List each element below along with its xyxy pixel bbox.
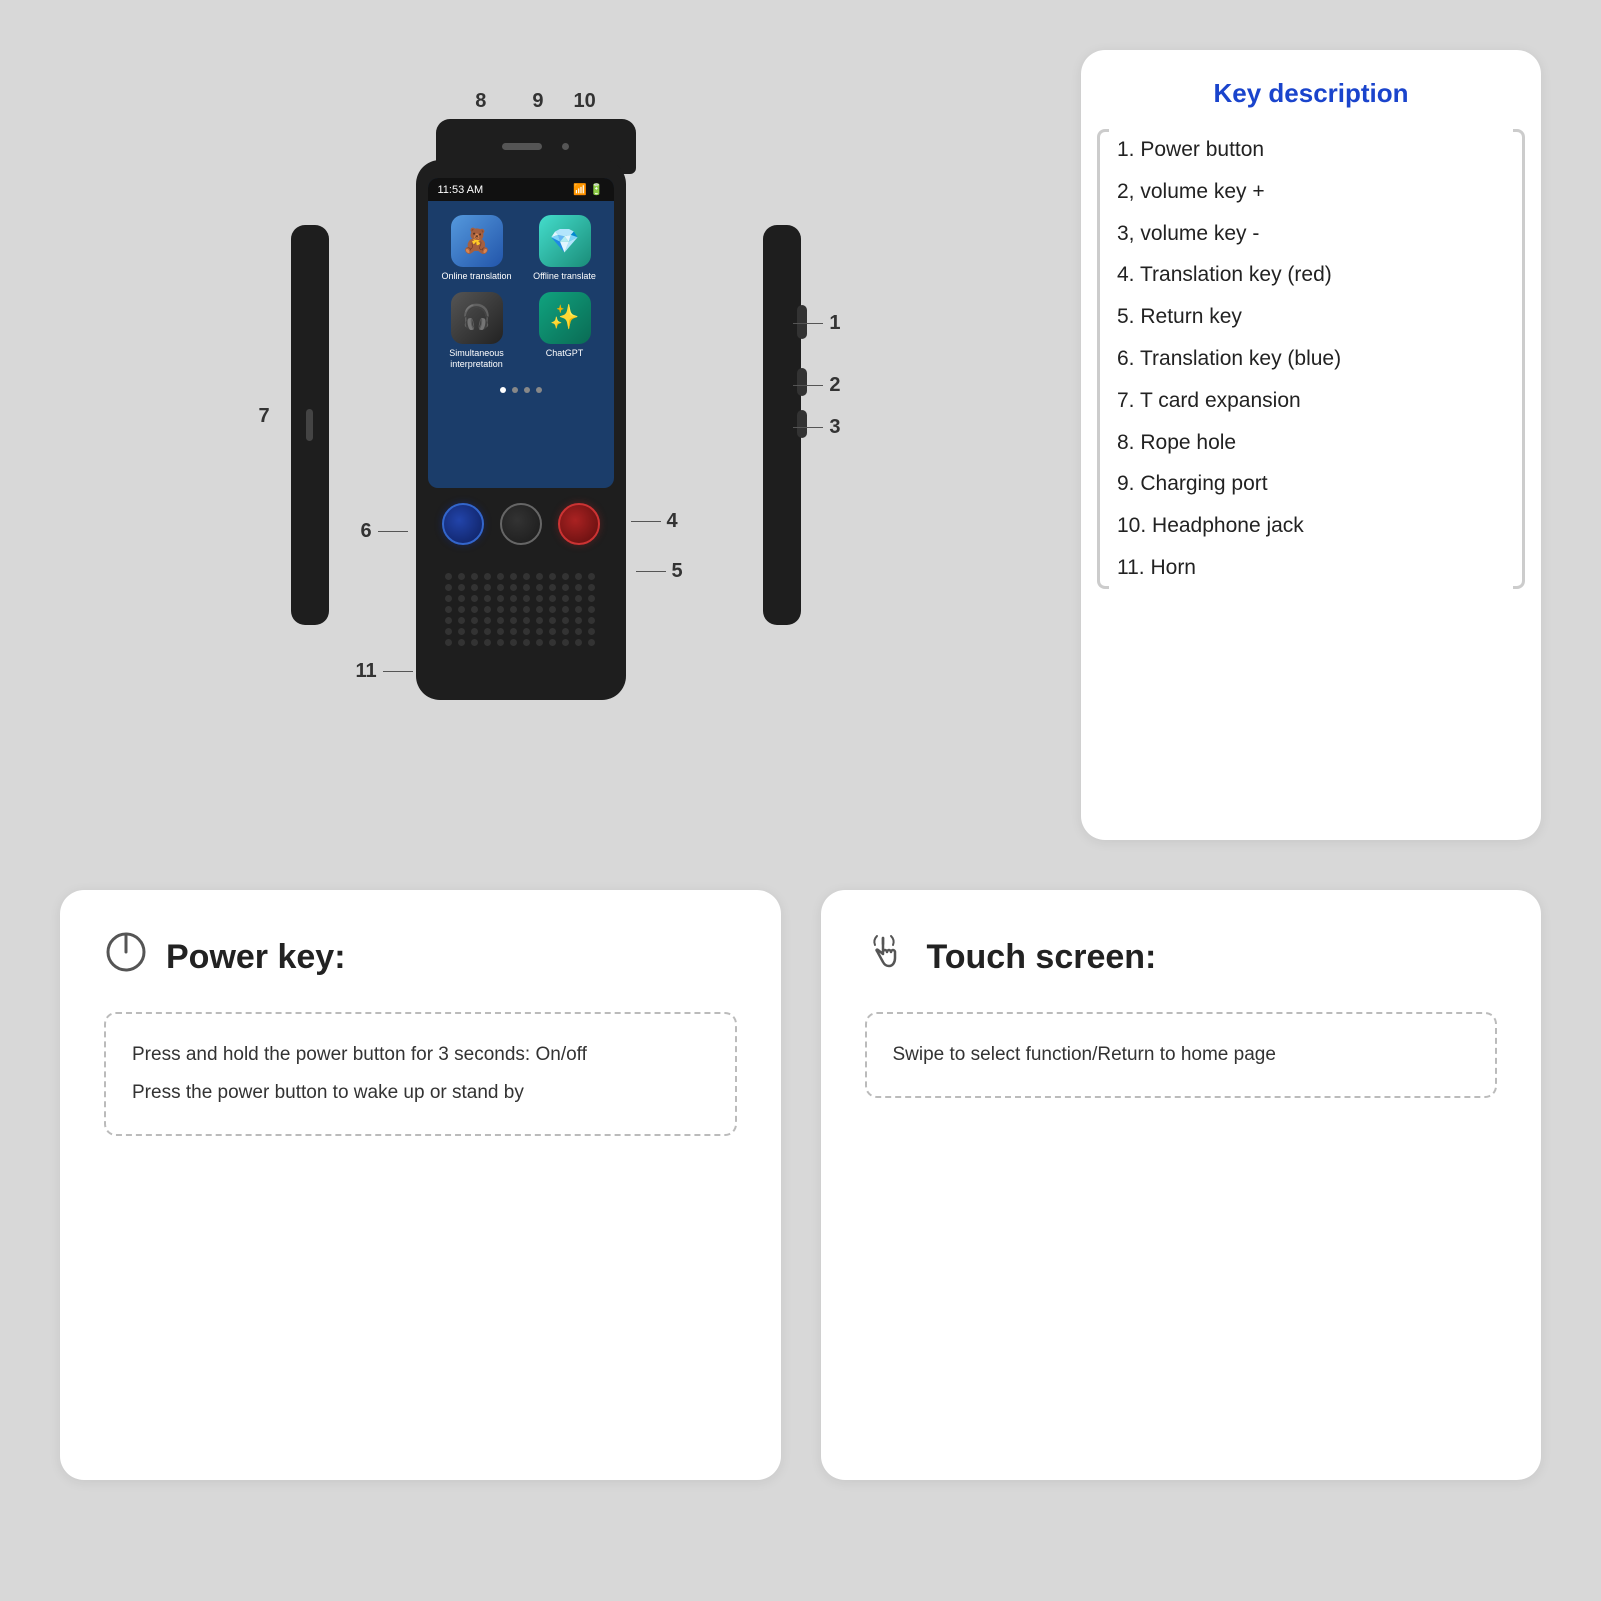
power-key-title: Power key: — [166, 938, 346, 977]
screen-wifi: 📶 🔋 — [573, 183, 603, 196]
icon-chatgpt-label: ChatGPT — [546, 348, 584, 359]
key-desc-item-8: 8. Rope hole — [1117, 422, 1505, 464]
key-desc-item-4: 4. Translation key (red) — [1117, 254, 1505, 296]
label-3: 3 — [793, 416, 840, 439]
touch-screen-title: Touch screen: — [927, 938, 1157, 977]
speaker-grill — [446, 573, 596, 678]
dot-2 — [524, 387, 530, 393]
key-desc-item-9: 9. Charging port — [1117, 463, 1505, 505]
label-2: 2 — [793, 374, 840, 397]
key-desc-item-6: 6. Translation key (blue) — [1117, 338, 1505, 380]
icon-chatgpt: ✨ ChatGPT — [526, 292, 604, 370]
key-desc-item-3: 3, volume key - — [1117, 213, 1505, 255]
dot-3 — [536, 387, 542, 393]
label-11: 11 — [356, 660, 413, 683]
icon-online-label: Online translation — [441, 271, 511, 282]
power-key-box: Power key: Press and hold the power butt… — [60, 890, 781, 1480]
power-key-line-2: Press the power button to wake up or sta… — [132, 1074, 709, 1112]
power-key-line-1: Press and hold the power button for 3 se… — [132, 1036, 709, 1074]
key-description-box: Key description 1. Power button 2, volum… — [1081, 50, 1541, 840]
touch-screen-line-1: Swipe to select function/Return to home … — [893, 1036, 1470, 1074]
key-desc-item-7: 7. T card expansion — [1117, 380, 1505, 422]
key-desc-item-10: 10. Headphone jack — [1117, 505, 1505, 547]
charging-port-top — [502, 143, 542, 150]
icon-sim-label: Simultaneous interpretation — [438, 348, 516, 370]
return-button[interactable] — [500, 503, 542, 545]
key-desc-item-5: 5. Return key — [1117, 296, 1505, 338]
translation-blue-button[interactable] — [442, 503, 484, 545]
icon-sim-interp: 🎧 Simultaneous interpretation — [438, 292, 516, 370]
t-card-slot — [306, 409, 313, 441]
icon-offline-translate: 💎 Offline translate — [526, 215, 604, 282]
key-desc-title: Key description — [1117, 78, 1505, 109]
label-7: 7 — [259, 405, 270, 428]
device-screen: 11:53 AM 📶 🔋 🧸 Online translation 💎 Offl… — [428, 178, 614, 488]
label-1: 1 — [793, 312, 840, 335]
touch-screen-content: Swipe to select function/Return to home … — [865, 1012, 1498, 1098]
screen-time: 11:53 AM — [438, 184, 484, 196]
label-5: 5 — [636, 560, 683, 583]
power-icon — [104, 930, 148, 984]
device-left-side — [291, 225, 329, 625]
icon-online-translation: 🧸 Online translation — [438, 215, 516, 282]
key-desc-item-2: 2, volume key + — [1117, 171, 1505, 213]
translation-red-button[interactable] — [558, 503, 600, 545]
label-6: 6 — [361, 520, 408, 543]
label-8: 8 — [475, 90, 486, 113]
key-desc-item-11: 11. Horn — [1117, 547, 1505, 589]
label-4: 4 — [631, 510, 678, 533]
dot-1 — [512, 387, 518, 393]
key-desc-item-1: 1. Power button — [1117, 129, 1505, 171]
device-main-body: 11:53 AM 📶 🔋 🧸 Online translation 💎 Offl… — [416, 160, 626, 700]
headphone-jack-top — [562, 143, 569, 150]
touch-icon — [865, 930, 909, 984]
power-key-content: Press and hold the power button for 3 se… — [104, 1012, 737, 1136]
dot-active — [500, 387, 506, 393]
label-10: 10 — [574, 90, 596, 113]
key-desc-list: 1. Power button 2, volume key + 3, volum… — [1117, 129, 1505, 589]
button-row — [442, 503, 600, 545]
touch-screen-box: Touch screen: Swipe to select function/R… — [821, 890, 1542, 1480]
icon-offline-label: Offline translate — [533, 271, 596, 282]
label-9: 9 — [532, 90, 543, 113]
